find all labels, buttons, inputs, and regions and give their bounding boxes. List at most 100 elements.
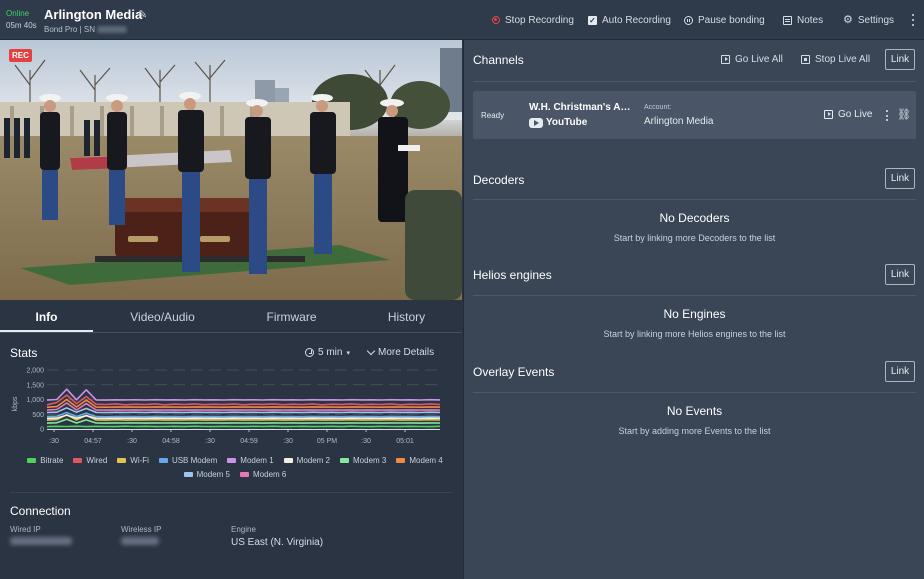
unit-subtitle: Bond Pro | SN (44, 25, 127, 34)
channel-card: Ready W.H. Christman's Arlington Media Y… (473, 91, 916, 139)
more-details-button[interactable]: More Details (366, 346, 435, 358)
legend-item[interactable]: Modem 3 (340, 456, 386, 465)
helios-divider (473, 295, 916, 296)
destinations-panel: Channels Go Live All Stop Live All Link … (463, 40, 924, 579)
y-tick-label: 1,500 (26, 382, 44, 389)
connection-title: Connection (10, 504, 71, 518)
legend-item[interactable]: USB Modem (158, 456, 217, 465)
account-value: Arlington Media (644, 116, 714, 127)
status-online: Online (6, 9, 30, 18)
notes-label: Notes (797, 14, 824, 26)
account-label: Account: (644, 104, 672, 111)
tab-video-audio[interactable]: Video/Audio (116, 301, 209, 333)
go-live-all-label: Go Live All (735, 54, 783, 65)
video-preview[interactable]: REC (0, 40, 462, 300)
time-range-dropdown[interactable]: 5 min ▾ (305, 347, 350, 358)
legend-item[interactable]: Modem 4 (396, 456, 443, 465)
legend-item[interactable]: Wired (73, 456, 107, 465)
caret-down-icon: ▾ (346, 349, 350, 357)
go-live-label: Go Live (838, 109, 873, 120)
legend-row: Modem 5 Modem 6 (10, 470, 460, 479)
bitrate-chart: 0 500 1,000 1,500 2,000 :30 04:57:30 04:58:30 0… (12, 368, 441, 445)
chart-y-ticks: 0 500 1,000 1,500 2,000 (26, 368, 44, 434)
x-tick-label: 04:59 (240, 438, 258, 445)
overlays-link-button[interactable]: Link (885, 361, 915, 382)
play-icon (824, 110, 833, 119)
tab-info[interactable]: Info (0, 301, 93, 333)
pause-icon (684, 15, 693, 25)
y-tick-label: 2,000 (26, 368, 44, 375)
decoders-link-button[interactable]: Link (885, 168, 915, 189)
info-tabs: Info Video/Audio Firmware History (0, 301, 462, 333)
time-range-value: 5 min (318, 347, 343, 358)
active-tab-indicator (0, 330, 93, 332)
legend-swatch (73, 458, 83, 463)
more-details-label: More Details (378, 347, 435, 358)
stop-live-all-label: Stop Live All (815, 54, 871, 65)
x-tick-label: 04:57 (84, 438, 102, 445)
clock-icon (305, 348, 314, 357)
x-tick-label: :30 (205, 438, 215, 445)
series-line-modem-1 (46, 388, 441, 401)
engine-label: Engine (231, 525, 256, 534)
stop-live-all-button[interactable]: Stop Live All (801, 54, 870, 65)
stop-recording-label: Stop Recording (505, 14, 574, 26)
overlays-empty-subtitle: Start by adding more Events to the list (618, 426, 771, 436)
legend-item[interactable]: Modem 6 (240, 470, 286, 479)
channel-status: Ready (481, 111, 505, 120)
auto-recording-toggle[interactable]: ✓ Auto Recording (588, 13, 671, 27)
overlays-empty-title: No Events (666, 404, 723, 418)
youtube-icon (529, 117, 543, 128)
legend-swatch (117, 458, 127, 463)
y-axis-label: kbps (12, 396, 19, 411)
edit-pencil-icon[interactable]: ✎ (138, 9, 150, 21)
go-live-button[interactable]: Go Live (824, 109, 872, 120)
unit-name: Arlington Media (44, 7, 143, 22)
legend-label: Modem 2 (296, 456, 331, 465)
gear-icon: ⚙ (843, 13, 853, 26)
channel-more-icon[interactable] (886, 110, 889, 121)
wireless-ip-label: Wireless IP (121, 525, 162, 534)
settings-button[interactable]: ⚙ Settings (843, 13, 894, 27)
helios-link-button[interactable]: Link (885, 264, 915, 285)
channels-title: Channels (473, 53, 524, 67)
legend-item[interactable]: Modem 2 (283, 456, 331, 465)
x-tick-label: 04:58 (162, 438, 180, 445)
decoders-empty-title: No Decoders (659, 211, 730, 225)
serial-number-redacted (97, 26, 127, 34)
notes-icon (783, 15, 792, 25)
legend-item[interactable]: Modem 1 (227, 456, 274, 465)
legend-swatch (283, 458, 293, 463)
legend-item[interactable]: Bitrate (27, 456, 63, 465)
platform-label: YouTube (546, 117, 588, 128)
tab-firmware[interactable]: Firmware (245, 301, 338, 333)
engine-value: US East (N. Virginia) (231, 537, 324, 548)
unlink-icon[interactable]: ⛓ (897, 109, 911, 121)
record-icon (492, 16, 500, 24)
settings-label: Settings (857, 14, 895, 26)
legend-item[interactable]: Modem 5 (183, 470, 230, 479)
y-tick-label: 500 (32, 412, 44, 419)
legend-swatch (396, 458, 406, 463)
legend-swatch (240, 472, 249, 477)
go-live-all-button[interactable]: Go Live All (721, 54, 783, 65)
legend-item[interactable]: Wi-Fi (117, 456, 149, 465)
stop-recording-button[interactable]: Stop Recording (492, 13, 574, 27)
video-frame-illustration (0, 40, 462, 300)
pause-bonding-button[interactable]: Pause bonding (684, 13, 765, 27)
legend-swatch (158, 458, 168, 463)
more-options-icon[interactable] (912, 14, 915, 26)
legend-swatch (227, 458, 237, 463)
chart-legend: Bitrate Wired Wi-Fi USB Modem Modem 1 Modem 2… (10, 456, 460, 484)
channels-link-button[interactable]: Link (885, 49, 915, 70)
tab-history[interactable]: History (360, 301, 453, 333)
chart-series (46, 388, 441, 428)
overlays-title: Overlay Events (473, 365, 555, 379)
legend-label: Modem 5 (196, 470, 230, 479)
legend-label: Bitrate (40, 456, 64, 465)
legend-row: Bitrate Wired Wi-Fi USB Modem Modem 1 Modem 2… (10, 456, 460, 465)
stats-title: Stats (10, 346, 38, 360)
notes-button[interactable]: Notes (783, 13, 823, 27)
x-tick-label: :30 (283, 438, 293, 445)
pause-bonding-label: Pause bonding (698, 14, 765, 26)
